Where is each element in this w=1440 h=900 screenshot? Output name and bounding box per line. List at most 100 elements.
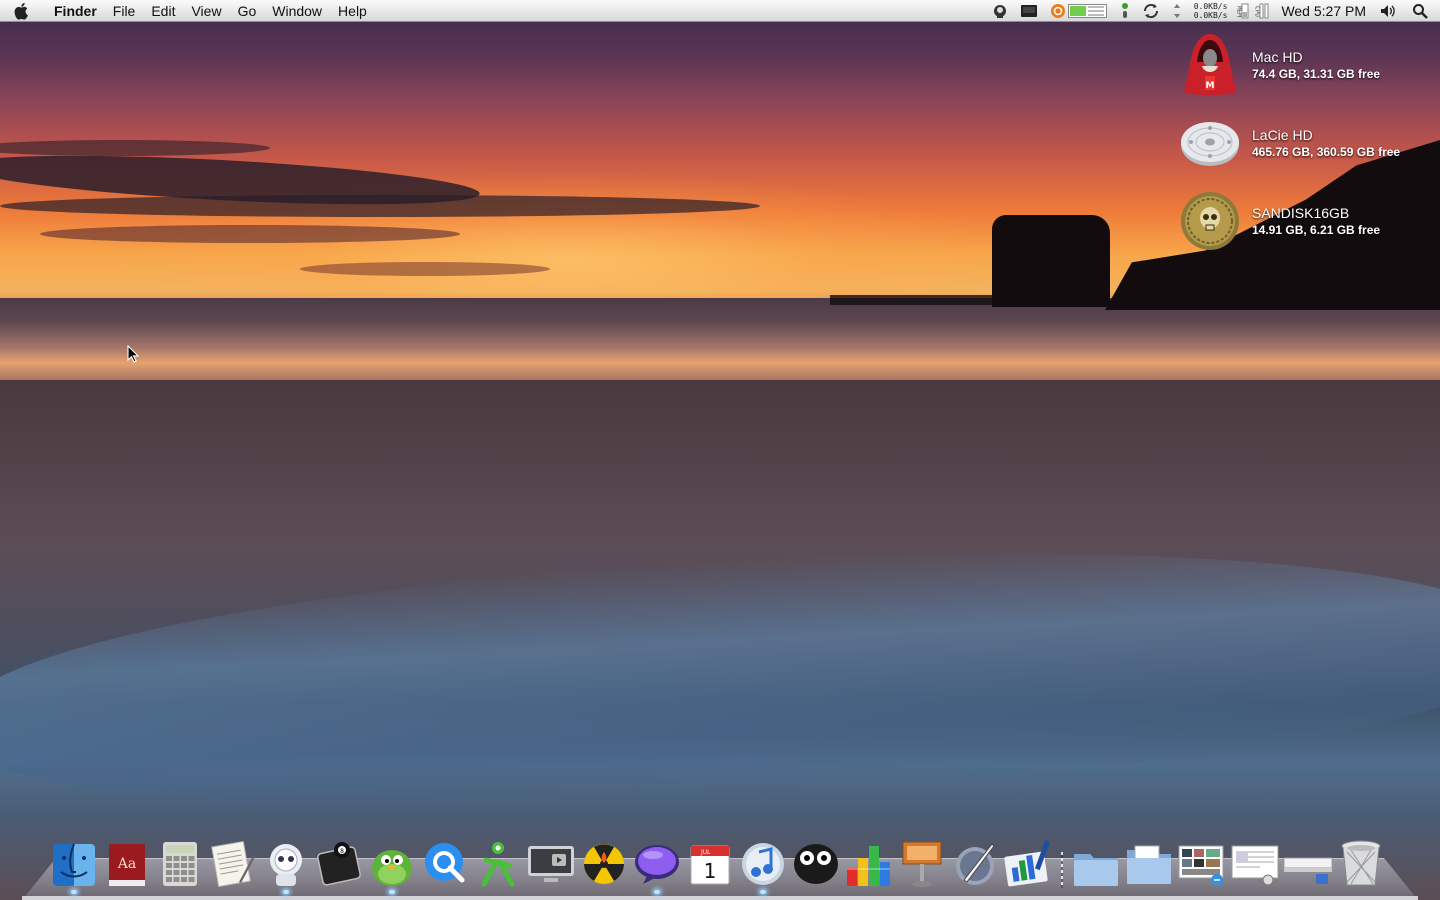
app-menu-finder[interactable]: Finder xyxy=(44,0,105,22)
cloud xyxy=(0,195,760,217)
dock-finder[interactable] xyxy=(48,832,100,894)
running-indicator xyxy=(389,890,395,894)
eight-ball-icon: 8 xyxy=(317,842,361,886)
sea xyxy=(0,298,1440,388)
media-player-icon xyxy=(528,846,574,882)
cloud xyxy=(300,262,550,276)
hooded-figure-icon: M xyxy=(1178,33,1242,97)
screen-icon[interactable] xyxy=(1014,0,1044,22)
finder-icon xyxy=(53,843,95,886)
green-bird-icon xyxy=(372,850,412,886)
calculator-icon xyxy=(163,842,197,886)
dictionary-icon: Aa xyxy=(109,844,145,886)
running-indicator xyxy=(760,890,766,894)
dock-growl[interactable] xyxy=(366,832,418,894)
rocks xyxy=(830,295,1000,305)
dock-numbers[interactable] xyxy=(1002,832,1054,888)
dock-textedit[interactable] xyxy=(207,832,259,888)
svg-text:8: 8 xyxy=(340,848,344,855)
dock-x-app[interactable] xyxy=(472,832,524,888)
dock-front-edge xyxy=(22,896,1418,900)
purple-bubble-icon xyxy=(635,845,679,884)
memory-meter[interactable]: MEM xyxy=(1233,0,1251,22)
menu-extras: 0.0KB/s 0.0KB/s MEM CPU Wed 5:27 PM xyxy=(986,0,1440,22)
dock-stack-network[interactable] xyxy=(1282,832,1334,888)
arrows-icon[interactable] xyxy=(1166,0,1188,22)
svg-text:M: M xyxy=(1206,81,1215,91)
dock-dictionary[interactable]: Aa xyxy=(101,832,153,888)
dock-burn[interactable] xyxy=(578,832,630,888)
dock-istat[interactable] xyxy=(843,832,895,888)
network-speed[interactable]: 0.0KB/s 0.0KB/s xyxy=(1188,0,1234,22)
dock-stack-pictures[interactable] xyxy=(1176,832,1228,888)
dock-calculator[interactable] xyxy=(154,832,206,888)
radioactive-icon xyxy=(584,844,624,884)
bar-meter-icon xyxy=(847,846,890,886)
battery-meter-icon[interactable] xyxy=(1067,0,1114,22)
chart-app-icon xyxy=(1004,840,1050,887)
volume-lacie-hd[interactable]: LaCie HD 465.76 GB, 360.59 GB free xyxy=(1178,108,1428,178)
menu-edit[interactable]: Edit xyxy=(143,0,183,22)
net-up-speed: 0.0KB/s xyxy=(1193,2,1228,11)
volume-name: Mac HD xyxy=(1252,49,1303,65)
dock-trash[interactable] xyxy=(1335,832,1387,888)
sync-icon[interactable] xyxy=(1136,0,1166,22)
calendar-day: 1 xyxy=(704,859,717,883)
wifi-status-icon[interactable] xyxy=(1114,0,1136,22)
network-drive-icon xyxy=(1283,857,1333,884)
dock-camino[interactable]: 8 xyxy=(313,832,365,888)
quicksilver-icon[interactable] xyxy=(1044,0,1068,22)
dock-stack-documents[interactable] xyxy=(1123,832,1175,888)
folder-icon xyxy=(1074,854,1118,886)
memory-bar-icon xyxy=(1241,3,1249,19)
menu-bar: Finder File Edit View Go Window Help 0.0… xyxy=(0,0,1440,22)
menu-view[interactable]: View xyxy=(183,0,229,22)
pirate-coin-icon xyxy=(1178,189,1242,253)
running-indicator xyxy=(654,890,660,894)
textedit-icon xyxy=(211,840,255,888)
menu-window[interactable]: Window xyxy=(264,0,330,22)
menu-go[interactable]: Go xyxy=(230,0,265,22)
dock-ical[interactable]: JUL 1 xyxy=(684,832,736,888)
svg-text:Aa: Aa xyxy=(117,856,136,872)
cpu-meter[interactable]: CPU xyxy=(1251,0,1273,22)
volume-name: LaCie HD xyxy=(1252,127,1313,143)
dock-stack-applications[interactable] xyxy=(1070,832,1122,888)
document-stack-icon xyxy=(1231,845,1279,886)
cpu-bar-icon xyxy=(1259,3,1269,19)
dock-adium[interactable] xyxy=(260,832,312,894)
dock-speech-bubble[interactable] xyxy=(631,832,683,894)
dock-script-editor[interactable] xyxy=(949,832,1001,888)
volume-name: SANDISK16GB xyxy=(1252,205,1350,221)
menu-help[interactable]: Help xyxy=(330,0,375,22)
trash-icon xyxy=(1341,840,1381,886)
adium-icon xyxy=(270,844,302,886)
photo-stack-icon xyxy=(1178,845,1224,886)
running-indicator xyxy=(283,890,289,894)
dock-quicktime[interactable] xyxy=(419,832,471,888)
robot-status-icon[interactable] xyxy=(986,0,1014,22)
green-alien-icon xyxy=(481,842,515,887)
running-indicator xyxy=(71,890,77,894)
mouse-cursor-icon xyxy=(127,344,140,368)
dock-stack-downloads[interactable] xyxy=(1229,832,1281,888)
apple-menu-icon[interactable] xyxy=(0,0,44,22)
quill-pen-icon xyxy=(956,843,995,885)
volume-sandisk[interactable]: SANDISK16GB 14.91 GB, 6.21 GB free xyxy=(1178,186,1428,256)
calendar-icon: JUL 1 xyxy=(690,845,730,885)
cloud xyxy=(40,225,460,243)
itunes-icon xyxy=(742,843,784,885)
googly-eyes-icon xyxy=(794,844,838,884)
dock-keynote[interactable] xyxy=(896,832,948,888)
volume-mac-hd[interactable]: M Mac HD 74.4 GB, 31.31 GB free xyxy=(1178,30,1428,100)
volume-icon[interactable] xyxy=(1374,0,1402,22)
menubar-clock[interactable]: Wed 5:27 PM xyxy=(1273,3,1374,19)
dock-separator[interactable] xyxy=(1055,834,1069,888)
volume-info: 14.91 GB, 6.21 GB free xyxy=(1252,223,1381,237)
dock-itunes[interactable] xyxy=(737,832,789,894)
folder-icon xyxy=(1127,845,1171,884)
spotlight-search-icon[interactable] xyxy=(1402,0,1440,22)
menu-file[interactable]: File xyxy=(105,0,144,22)
dock-front-row[interactable] xyxy=(525,832,577,888)
dock-eyes[interactable] xyxy=(790,832,842,888)
